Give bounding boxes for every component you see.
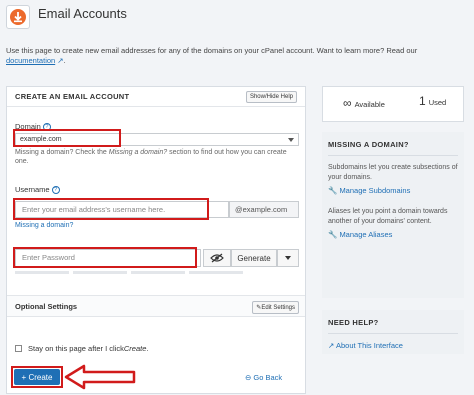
card-header: CREATE AN EMAIL ACCOUNT Show/Hide Help (7, 87, 305, 107)
strength-bar-4 (189, 271, 243, 274)
about-interface-link[interactable]: ↗ About This Interface (328, 341, 458, 350)
toggle-visibility-button[interactable] (203, 249, 231, 267)
usage-box: ∞ Available 1 Used (322, 86, 464, 122)
domain-suffix: @example.com (229, 201, 299, 218)
missing-domain-link[interactable]: Missing a domain? (15, 221, 73, 230)
wrench-icon: 🔧 (328, 230, 338, 239)
generate-button[interactable]: Generate (231, 249, 277, 267)
back-arrow-icon: ⊖ (245, 373, 252, 382)
section-title: CREATE AN EMAIL ACCOUNT (15, 92, 130, 101)
external-link-icon: ↗ (57, 56, 64, 65)
subdomains-text: Subdomains let you create subsections of… (328, 164, 458, 181)
intro-text: Use this page to create new email addres… (6, 46, 418, 65)
username-label: Username? (15, 185, 60, 194)
strength-bar-1 (15, 271, 69, 274)
go-back-link[interactable]: ⊖ Go Back (245, 373, 282, 382)
optional-settings-title: Optional Settings (15, 302, 78, 311)
highlight-box-username (13, 198, 209, 220)
need-help-panel: NEED HELP? ↗ About This Interface (322, 310, 464, 354)
need-help-title: NEED HELP? (328, 318, 379, 327)
page-title: Email Accounts (38, 6, 127, 21)
manage-subdomains-link[interactable]: 🔧 Manage Subdomains (328, 186, 458, 195)
aliases-text: Aliases let you point a domain towards a… (328, 208, 448, 225)
available-label: Available (354, 100, 385, 109)
infinity-icon: ∞ (343, 96, 352, 110)
optional-settings-bar: Optional Settings ✎Edit Settings (7, 295, 305, 317)
email-accounts-icon (6, 5, 30, 29)
show-hide-help-button[interactable]: Show/Hide Help (245, 90, 297, 103)
documentation-link[interactable]: documentation (6, 56, 55, 65)
external-link-icon: ↗ (328, 341, 335, 350)
highlight-box-domain (13, 129, 121, 147)
chevron-down-icon (288, 138, 294, 142)
used-label: Used (428, 98, 447, 107)
strength-bar-2 (73, 271, 127, 274)
manage-aliases-link[interactable]: 🔧 Manage Aliases (328, 230, 458, 239)
highlight-box-password (13, 247, 197, 268)
create-account-card: CREATE AN EMAIL ACCOUNT Show/Hide Help D… (6, 86, 306, 394)
edit-settings-button[interactable]: ✎Edit Settings (252, 301, 299, 314)
generate-options-button[interactable] (277, 249, 299, 267)
page-header: Email Accounts (0, 0, 474, 36)
help-icon[interactable]: ? (51, 186, 60, 194)
stay-checkbox[interactable] (15, 345, 22, 352)
used-count: 1 (419, 94, 426, 108)
missing-domain-panel: MISSING A DOMAIN? Subdomains let you cre… (322, 132, 464, 298)
wrench-icon: 🔧 (328, 186, 338, 195)
missing-domain-title: MISSING A DOMAIN? (328, 140, 409, 149)
eye-slash-icon (210, 253, 224, 263)
pointer-arrow-icon (64, 364, 136, 390)
stay-on-page-option[interactable]: Stay on this page after I click Create. (15, 344, 149, 353)
highlight-box-create (11, 366, 63, 388)
domain-hint: Missing a domain? Check the Missing a do… (15, 149, 287, 165)
chevron-down-icon (285, 256, 291, 260)
strength-bar-3 (131, 271, 185, 274)
